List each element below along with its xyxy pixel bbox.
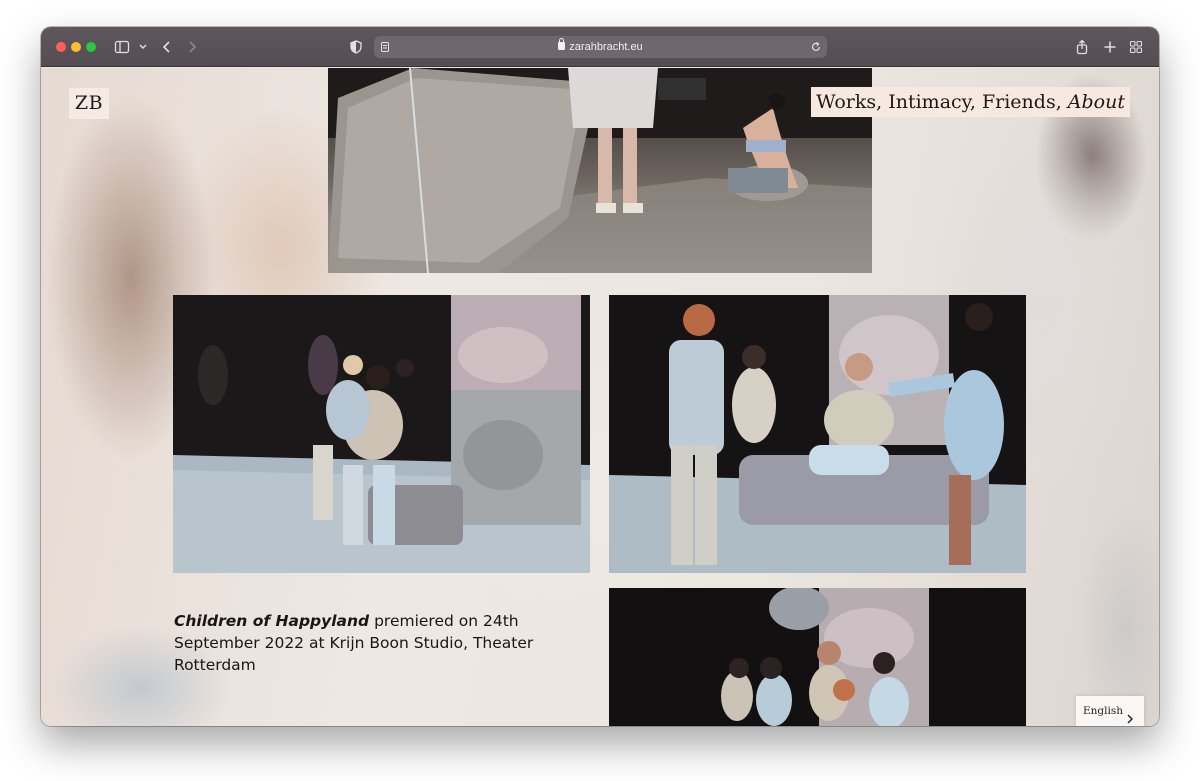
performance-photo-top[interactable]: [328, 68, 872, 273]
nav-about[interactable]: About: [1068, 91, 1125, 113]
address-bar[interactable]: zarahbracht.eu: [374, 36, 827, 58]
chevron-right-icon: [1126, 706, 1134, 726]
chevron-down-icon[interactable]: [138, 39, 148, 55]
nav-works[interactable]: Works,: [816, 91, 882, 113]
language-label: English: [1083, 705, 1124, 717]
work-title: Children of Happyland: [174, 612, 370, 630]
site-logo[interactable]: ZB: [69, 88, 109, 119]
zoom-window-button[interactable]: [86, 42, 96, 52]
sidebar-icon[interactable]: [114, 39, 130, 55]
work-caption: Children of Happyland premiered on 24th …: [174, 610, 594, 676]
tab-overview-icon[interactable]: [1129, 39, 1143, 55]
close-window-button[interactable]: [56, 42, 66, 52]
browser-toolbar: zarahbracht.eu: [41, 27, 1159, 67]
share-icon[interactable]: [1075, 39, 1089, 55]
back-arrow-icon[interactable]: [161, 39, 173, 55]
performance-photo-right[interactable]: [609, 295, 1026, 573]
url-label: zarahbracht.eu: [569, 41, 643, 53]
forward-arrow-icon[interactable]: [186, 39, 198, 55]
nav-intimacy[interactable]: Intimacy,: [888, 91, 976, 113]
reload-icon[interactable]: [810, 39, 822, 55]
url-text: zarahbracht.eu: [374, 36, 827, 58]
performance-photo-bottom[interactable]: [609, 588, 1026, 726]
web-page: ZB Works, Intimacy, Friends, About Child…: [41, 68, 1159, 726]
lock-icon: [558, 38, 566, 50]
performance-photo-left[interactable]: [173, 295, 590, 573]
nav-friends[interactable]: Friends,: [982, 91, 1062, 113]
language-switcher[interactable]: English: [1076, 696, 1144, 726]
browser-window: zarahbracht.eu ZB Works, Intimacy, Frien…: [41, 27, 1159, 726]
new-tab-icon[interactable]: [1103, 39, 1117, 55]
shield-icon[interactable]: [349, 39, 363, 55]
minimize-window-button[interactable]: [71, 42, 81, 52]
main-navigation: Works, Intimacy, Friends, About: [811, 87, 1130, 117]
